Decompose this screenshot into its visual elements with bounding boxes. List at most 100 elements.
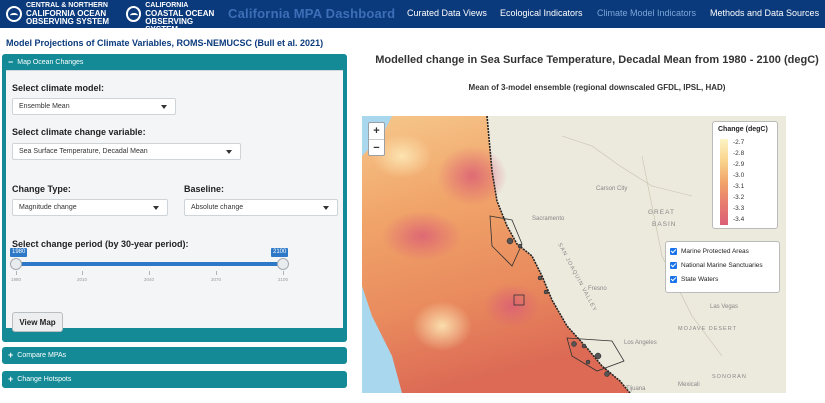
slider-tick-label: 2100 [278,277,289,282]
climate-model-value: Ensemble Mean [19,103,70,110]
panel-map-ocean-changes: − Map Ocean Changes Select climate model… [2,54,347,342]
layer-toggle-mpas[interactable]: Marine Protected Areas [670,248,749,255]
place-label: BASIN [652,221,677,228]
baseline-select[interactable]: Absolute change [184,199,338,216]
sccoos-logo-icon [126,6,142,22]
leaflet-map[interactable]: Carson City Sacramento GREAT BASIN SAN J… [362,116,786,393]
slider-tickmark [82,271,83,275]
panel-map-ocean-changes-header[interactable]: − Map Ocean Changes [2,54,347,70]
change-type-label: Change Type: [12,184,71,194]
baseline-value: Absolute change [191,204,244,211]
zoom-out-button[interactable]: − [369,139,384,155]
legend-title: Change (degC) [718,126,768,133]
legend-value: -2.8 [733,150,745,157]
slider-tickmark [216,271,217,275]
checkbox-checked[interactable] [670,276,677,283]
panel-change-hotspots-header[interactable]: + Change Hotspots [2,371,347,387]
panel-change-hotspots[interactable]: + Change Hotspots [2,371,347,388]
panel-label: Map Ocean Changes [17,58,84,66]
slider-tickmark [283,271,284,275]
sst-anomaly [484,284,540,328]
logo1-line3: OBSERVING SYSTEM [26,17,109,26]
zoom-control: + − [368,122,385,156]
expand-icon: + [8,373,14,384]
legend-value: -3.4 [733,216,745,223]
panel-compare-mpas[interactable]: + Compare MPAs [2,347,347,364]
panel-label: Compare MPAs [17,351,67,359]
baseline-label: Baseline: [184,184,225,194]
top-navbar: CENTRAL & NORTHERN CALIFORNIA OCEAN OBSE… [0,0,825,34]
place-label: Carson City [596,186,627,192]
cencoos-logo[interactable]: CENTRAL & NORTHERN CALIFORNIA OCEAN OBSE… [6,0,121,28]
slider-tick-label: 1980 [11,277,22,282]
slider-tick-label: 2040 [144,277,155,282]
chevron-down-icon [323,206,329,210]
zoom-in-button[interactable]: + [369,123,384,139]
checkbox-checked[interactable] [670,262,677,269]
sidebar-title: Model Projections of Climate Variables, … [6,38,324,48]
slider-tick-label: 2070 [211,277,222,282]
map-ocean-changes-form: Select climate model: Ensemble Mean Sele… [6,70,343,332]
slider-min-badge: 1980 [10,248,28,257]
collapse-icon: − [8,56,14,67]
place-label: Los Angeles [624,340,657,346]
climate-variable-value: Sea Surface Temperature, Decadal Mean [19,148,148,155]
layer-label: State Waters [681,276,719,283]
legend-value: -3.1 [733,183,745,190]
nav-curated-data-views[interactable]: Curated Data Views [407,8,487,18]
legend-value: -3.2 [733,194,745,201]
sst-anomaly [412,301,472,351]
slider-max-handle[interactable] [277,258,289,270]
panel-label: Change Hotspots [17,375,72,383]
layer-label: National Marine Sanctuaries [681,262,763,269]
slider-tick-label: 2010 [77,277,88,282]
place-label: Las Vegas [710,304,738,310]
expand-icon: + [8,349,14,360]
layer-toggle-sanctuaries[interactable]: National Marine Sanctuaries [670,262,763,269]
map-title: Modelled change in Sea Surface Temperatu… [375,54,819,66]
slider-max-badge: 2100 [271,248,289,257]
nav-methods-and-data-sources[interactable]: Methods and Data Sources [710,8,819,18]
chevron-down-icon [161,105,167,109]
nav-climate-model-indicators[interactable]: Climate Model Indicators [597,8,696,18]
place-label: GREAT [648,209,675,216]
change-period-slider-track[interactable] [15,262,285,266]
climate-variable-label: Select climate change variable: [12,127,146,137]
change-period-label: Select change period (by 30-year period)… [12,239,189,249]
legend-color-bar [720,139,728,225]
place-label: Sacramento [532,216,565,222]
chevron-down-icon [153,206,159,210]
slider-tickmark [16,271,17,275]
cencoos-logo-text: CENTRAL & NORTHERN CALIFORNIA OCEAN OBSE… [26,2,109,26]
legend-value: -2.7 [733,139,745,146]
cencoos-logo-icon [6,6,22,22]
climate-model-select[interactable]: Ensemble Mean [12,98,176,115]
color-legend: Change (degC) -2.7 -2.8 -2.9 -3.0 -3.1 -… [712,121,778,229]
map-subtitle: Mean of 3-model ensemble (regional downs… [468,83,726,92]
sccoos-logo[interactable]: SOUTHERN CALIFORNIA COASTAL OCEAN OBSERV… [126,0,224,34]
sidebar: Model Projections of Climate Variables, … [0,28,352,403]
slider-tickmark [149,271,150,275]
sst-anomaly [382,211,462,261]
layer-toggle-state-waters[interactable]: State Waters [670,276,718,283]
panel-compare-mpas-header[interactable]: + Compare MPAs [2,347,347,363]
view-map-button[interactable]: View Map [12,312,63,332]
place-label: Tijuana [626,386,646,392]
layer-label: Marine Protected Areas [681,248,749,255]
climate-variable-select[interactable]: Sea Surface Temperature, Decadal Mean [12,143,241,160]
legend-value: -2.9 [733,161,745,168]
chevron-down-icon [226,150,232,154]
dashboard-title[interactable]: California MPA Dashboard [228,6,395,21]
place-label: MOJAVE DESERT [678,326,737,332]
checkbox-checked[interactable] [670,248,677,255]
nav-ecological-indicators[interactable]: Ecological Indicators [500,8,583,18]
climate-model-label: Select climate model: [12,83,105,93]
layer-control: Marine Protected Areas National Marine S… [665,241,780,293]
change-type-select[interactable]: Magnitude change [12,199,168,216]
legend-value: -3.3 [733,205,745,212]
place-label: Mexicali [678,382,700,388]
change-type-value: Magnitude change [19,204,77,211]
legend-value: -3.0 [733,172,745,179]
slider-min-handle[interactable] [10,258,22,270]
place-label: Fresno [588,286,607,292]
